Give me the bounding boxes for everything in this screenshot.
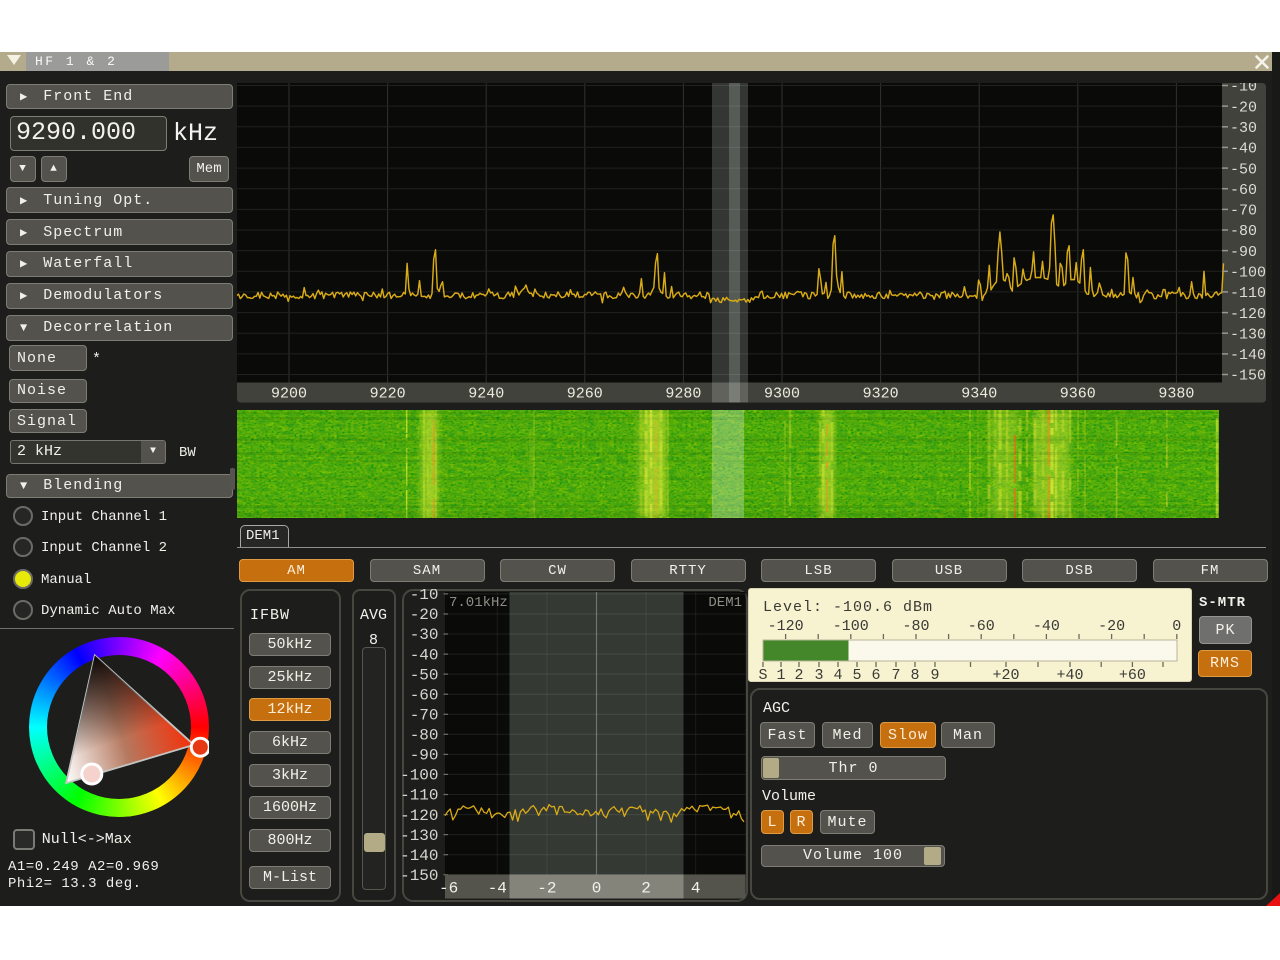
svg-text:+40: +40 [1056,667,1083,682]
svg-text:0: 0 [592,880,602,898]
svg-text:-10: -10 [1230,83,1257,96]
svg-text:DEM1: DEM1 [708,595,742,611]
svg-text:9280: 9280 [665,386,701,403]
svg-text:9240: 9240 [468,386,504,403]
svg-text:4: 4 [833,667,842,682]
svg-text:9260: 9260 [567,386,603,403]
svg-text:-20: -20 [1230,99,1257,116]
svg-text:9200: 9200 [271,386,307,403]
svg-text:S: S [758,667,767,682]
svg-text:9300: 9300 [764,386,800,403]
svg-text:-2: -2 [537,880,556,898]
svg-text:-70: -70 [410,707,439,725]
svg-text:-20: -20 [1098,618,1125,635]
svg-text:-50: -50 [1230,161,1257,178]
svg-text:9: 9 [930,667,939,682]
svg-text:6: 6 [871,667,880,682]
svg-text:-40: -40 [1230,141,1257,158]
svg-text:-130: -130 [1230,326,1266,343]
svg-text:9340: 9340 [961,386,997,403]
svg-text:-20: -20 [410,606,439,624]
svg-text:-70: -70 [1230,203,1257,220]
svg-text:-40: -40 [1033,618,1060,635]
svg-text:-60: -60 [1230,182,1257,199]
svg-text:-80: -80 [902,618,929,635]
svg-text:+60: +60 [1119,667,1146,682]
svg-text:-140: -140 [1230,347,1266,364]
svg-text:9380: 9380 [1158,386,1194,403]
svg-text:-90: -90 [410,747,439,765]
svg-text:-140: -140 [402,847,439,865]
svg-text:-100: -100 [402,767,439,785]
svg-text:-120: -120 [768,618,804,635]
svg-text:0: 0 [1172,618,1181,635]
svg-text:-30: -30 [1230,120,1257,137]
svg-text:-40: -40 [410,646,439,664]
svg-text:-100: -100 [1230,265,1266,282]
svg-text:-90: -90 [1230,244,1257,261]
svg-text:-150: -150 [402,867,439,885]
svg-text:-6: -6 [439,880,458,898]
svg-text:4: 4 [691,880,701,898]
svg-text:9220: 9220 [370,386,406,403]
svg-text:-4: -4 [488,880,507,898]
svg-text:-110: -110 [402,787,439,805]
svg-text:+20: +20 [992,667,1019,682]
svg-text:-150: -150 [1230,368,1266,385]
svg-text:-130: -130 [402,827,439,845]
svg-text:Level: -100.6 dBm: Level: -100.6 dBm [763,599,933,616]
svg-text:7.01kHz: 7.01kHz [449,595,508,611]
svg-text:-80: -80 [410,727,439,745]
svg-text:7: 7 [891,667,900,682]
svg-text:-80: -80 [1230,223,1257,240]
svg-text:-10: -10 [410,589,439,604]
svg-text:-60: -60 [968,618,995,635]
svg-text:5: 5 [852,667,861,682]
svg-text:-30: -30 [410,626,439,644]
svg-text:9360: 9360 [1060,386,1096,403]
svg-text:8: 8 [910,667,919,682]
svg-text:2: 2 [794,667,803,682]
svg-text:-50: -50 [410,666,439,684]
svg-text:-120: -120 [402,807,439,825]
svg-text:3: 3 [814,667,823,682]
svg-text:-100: -100 [833,618,869,635]
svg-text:2: 2 [641,880,651,898]
svg-text:1: 1 [776,667,785,682]
svg-text:-110: -110 [1230,285,1266,302]
svg-text:9320: 9320 [863,386,899,403]
svg-text:-120: -120 [1230,306,1266,323]
svg-text:-60: -60 [410,686,439,704]
